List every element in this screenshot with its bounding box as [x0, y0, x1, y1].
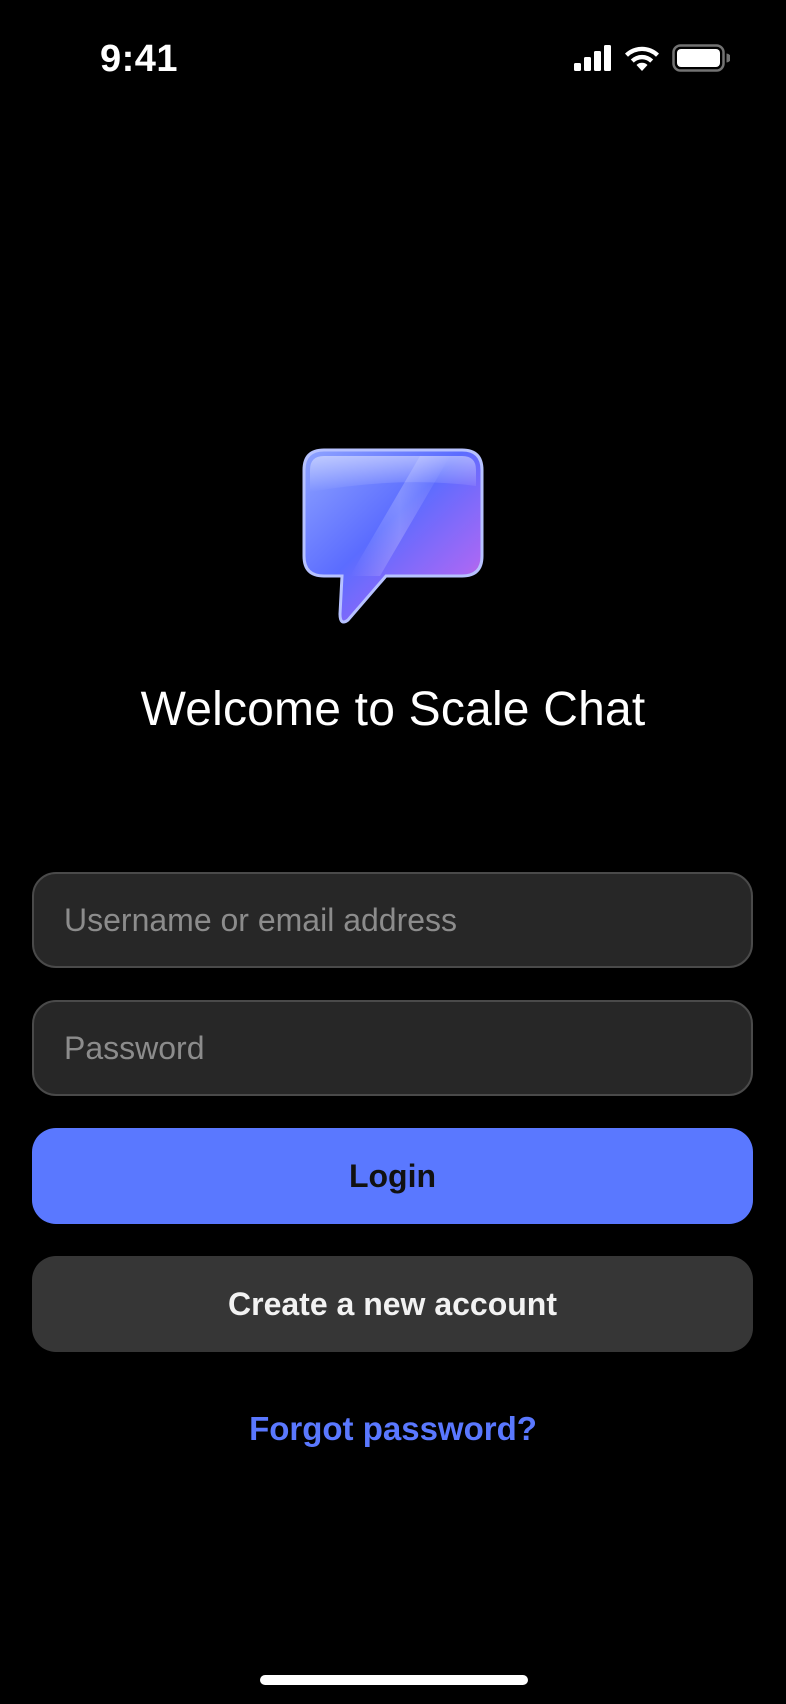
status-time: 9:41 [100, 38, 179, 80]
chat-bubble-logo-icon [300, 446, 486, 626]
create-account-button[interactable]: Create a new account [32, 1256, 753, 1352]
username-input[interactable] [32, 872, 753, 968]
password-input[interactable] [32, 1000, 753, 1096]
login-button[interactable]: Login [32, 1128, 753, 1224]
home-indicator[interactable] [260, 1675, 528, 1685]
wifi-icon [624, 45, 660, 77]
cellular-signal-icon [574, 45, 612, 76]
status-bar: 9:41 [0, 0, 786, 120]
forgot-password-link[interactable]: Forgot password? [0, 1410, 786, 1448]
status-icons [574, 44, 731, 77]
page-title: Welcome to Scale Chat [140, 683, 646, 736]
battery-icon [672, 44, 731, 77]
